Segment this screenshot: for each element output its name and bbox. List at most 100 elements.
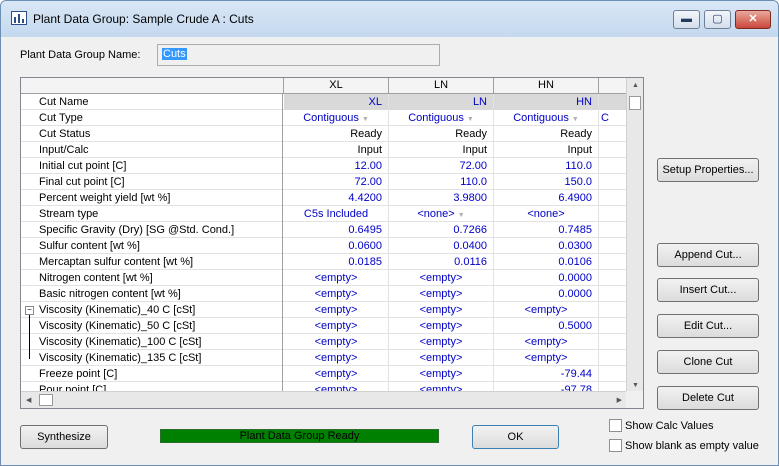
grid-cell[interactable]	[599, 174, 627, 190]
grid-cell[interactable]: <empty>	[494, 350, 599, 366]
grid-cell[interactable]: 0.0300	[494, 238, 599, 254]
grid-cell[interactable]: 3.9800	[389, 190, 494, 206]
grid-cell[interactable]	[599, 254, 627, 270]
grid-cell[interactable]	[599, 302, 627, 318]
grid-cell[interactable]: 0.0400	[389, 238, 494, 254]
grid-cell[interactable]: <none> ▼	[389, 206, 494, 222]
dropdown-arrow-icon[interactable]: ▼	[572, 116, 579, 123]
grid-cell[interactable]: 0.0106	[494, 254, 599, 270]
grid-cell[interactable]: C5s Included	[284, 206, 389, 222]
scroll-up-icon[interactable]: ▲	[632, 82, 639, 89]
group-name-input[interactable]: Cuts	[157, 44, 440, 66]
dropdown-arrow-icon[interactable]: ▼	[458, 212, 465, 219]
grid-cell[interactable]	[599, 318, 627, 334]
grid-cell[interactable]: 0.0116	[389, 254, 494, 270]
grid-cell[interactable]: 110.0	[389, 174, 494, 190]
grid-cell[interactable]	[599, 158, 627, 174]
grid-cell[interactable]: <empty>	[284, 318, 389, 334]
grid-cell[interactable]: 0.7485	[494, 222, 599, 238]
grid-cell[interactable]: <empty>	[389, 302, 494, 318]
append-cut-button[interactable]: Append Cut...	[657, 243, 759, 267]
grid-cell[interactable]: 0.0000	[494, 286, 599, 302]
grid-cell[interactable]	[599, 270, 627, 286]
grid-cell[interactable]: 110.0	[494, 158, 599, 174]
grid-cell[interactable]: <empty>	[284, 302, 389, 318]
grid-cell[interactable]: <empty>	[494, 302, 599, 318]
grid-cell[interactable]	[599, 238, 627, 254]
grid-cell[interactable]: Contiguous ▼	[494, 110, 599, 126]
grid-cell[interactable]: Contiguous ▼	[284, 110, 389, 126]
grid-cell[interactable]: <empty>	[389, 350, 494, 366]
cuts-grid[interactable]: XL LN HN Cut Name XL LN HN Cut Type Cont…	[20, 77, 644, 409]
grid-cell[interactable]: <empty>	[389, 366, 494, 382]
scroll-thumb[interactable]	[39, 394, 53, 406]
grid-cell[interactable]	[599, 222, 627, 238]
grid-cell[interactable]: 4.4200	[284, 190, 389, 206]
grid-cell[interactable]: 0.7266	[389, 222, 494, 238]
grid-cell[interactable]	[599, 286, 627, 302]
maximize-button[interactable]: ▢	[704, 10, 731, 29]
grid-cell[interactable]: Contiguous ▼	[389, 110, 494, 126]
grid-cell[interactable]: 72.00	[284, 174, 389, 190]
grid-cell[interactable]	[599, 366, 627, 382]
minimize-button[interactable]: ▬	[673, 10, 700, 29]
synthesize-button[interactable]: Synthesize	[20, 425, 108, 449]
scroll-thumb[interactable]	[629, 96, 641, 110]
scroll-right-icon[interactable]: ▶	[617, 396, 622, 404]
clone-cut-button[interactable]: Clone Cut	[657, 350, 759, 374]
grid-cell[interactable]	[599, 94, 627, 110]
column-header[interactable]: HN	[494, 78, 599, 93]
column-header[interactable]: LN	[389, 78, 494, 93]
grid-cell[interactable]: <empty>	[494, 334, 599, 350]
grid-cell[interactable]: 0.0600	[284, 238, 389, 254]
setup-properties-button[interactable]: Setup Properties...	[657, 158, 759, 182]
row-label: Cut Type	[21, 110, 283, 126]
column-header[interactable]	[599, 78, 627, 93]
dropdown-arrow-icon[interactable]: ▼	[362, 116, 369, 123]
horizontal-scrollbar[interactable]: ◀ ▶	[21, 391, 627, 408]
dropdown-arrow-icon[interactable]: ▼	[467, 116, 474, 123]
grid-cell[interactable]	[599, 206, 627, 222]
grid-cell[interactable]: <empty>	[284, 286, 389, 302]
grid-cell[interactable]: <empty>	[389, 334, 494, 350]
grid-row: Freeze point [C] <empty> <empty> -79.44	[21, 366, 627, 382]
grid-cell[interactable]	[599, 350, 627, 366]
grid-cell[interactable]: 0.0000	[494, 270, 599, 286]
grid-cell[interactable]: 0.6495	[284, 222, 389, 238]
grid-cell[interactable]: 12.00	[284, 158, 389, 174]
grid-cell[interactable]: 72.00	[389, 158, 494, 174]
column-header[interactable]: XL	[284, 78, 389, 93]
close-button[interactable]: ✕	[735, 10, 771, 29]
grid-cell[interactable]	[599, 190, 627, 206]
grid-row: Input/Calc Input Input Input	[21, 142, 627, 158]
grid-cell[interactable]: <empty>	[284, 270, 389, 286]
grid-cell[interactable]: C	[599, 110, 627, 126]
scroll-left-icon[interactable]: ◀	[26, 396, 31, 404]
grid-cell[interactable]: HN	[494, 94, 599, 110]
group-name-label: Plant Data Group Name:	[20, 49, 141, 61]
grid-cell[interactable]: LN	[389, 94, 494, 110]
grid-cell[interactable]: <empty>	[389, 318, 494, 334]
grid-cell[interactable]: 0.0185	[284, 254, 389, 270]
checkbox-box[interactable]	[609, 439, 622, 452]
vertical-scrollbar[interactable]: ▲ ▼	[626, 78, 643, 392]
grid-cell[interactable]: -79.44	[494, 366, 599, 382]
grid-cell[interactable]: <empty>	[284, 334, 389, 350]
grid-cell[interactable]: <empty>	[284, 366, 389, 382]
checkbox-box[interactable]	[609, 419, 622, 432]
grid-cell[interactable]: 150.0	[494, 174, 599, 190]
grid-header: XL LN HN	[21, 78, 643, 94]
grid-cell[interactable]: <none>	[494, 206, 599, 222]
insert-cut-button[interactable]: Insert Cut...	[657, 278, 759, 302]
grid-cell[interactable]: 0.5000	[494, 318, 599, 334]
scroll-down-icon[interactable]: ▼	[632, 382, 639, 389]
grid-cell[interactable]: 6.4900	[494, 190, 599, 206]
ok-button[interactable]: OK	[472, 425, 559, 449]
delete-cut-button[interactable]: Delete Cut	[657, 386, 759, 410]
grid-cell[interactable]: <empty>	[389, 286, 494, 302]
grid-cell[interactable]	[599, 334, 627, 350]
edit-cut-button[interactable]: Edit Cut...	[657, 314, 759, 338]
grid-cell[interactable]: <empty>	[389, 270, 494, 286]
grid-cell[interactable]: <empty>	[284, 350, 389, 366]
grid-cell[interactable]: XL	[284, 94, 389, 110]
